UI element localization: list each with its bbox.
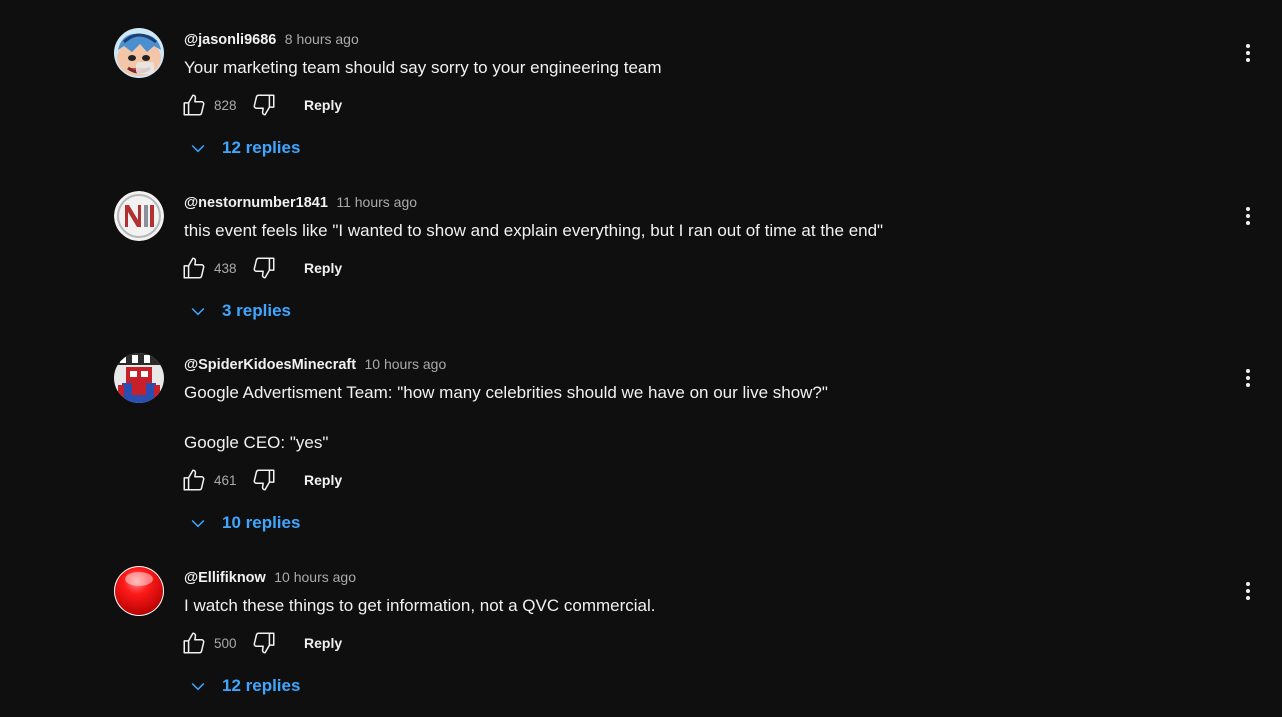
thumbs-up-icon[interactable]: [180, 91, 208, 119]
like-count: 438: [214, 260, 237, 276]
comments-section: @jasonli9686 8 hours ago Your marketing …: [0, 0, 1282, 717]
comment-text-line: Google Advertisment Team: "how many cele…: [184, 383, 828, 402]
replies-count-label: 3 replies: [222, 301, 291, 320]
view-replies-button[interactable]: 12 replies: [186, 674, 300, 698]
comment-text: Google Advertisment Team: "how many cele…: [184, 382, 828, 454]
comment-timestamp[interactable]: 11 hours ago: [336, 194, 417, 210]
thumbs-up-icon[interactable]: [180, 466, 208, 494]
replies-count-label: 12 replies: [222, 138, 301, 157]
comment-text: this event feels like "I wanted to show …: [184, 220, 883, 242]
red-ball-avatar-icon[interactable]: [114, 566, 164, 616]
like-count: 828: [214, 97, 237, 113]
comment-thread: @nestornumber1841 11 hours ago this even…: [0, 163, 1282, 326]
comment-timestamp[interactable]: 10 hours ago: [365, 356, 447, 372]
reply-button[interactable]: Reply: [304, 472, 342, 488]
view-replies-button[interactable]: 12 replies: [186, 136, 300, 160]
comment-actions: 461 Reply: [180, 466, 342, 494]
comment-text: Your marketing team should say sorry to …: [184, 57, 662, 79]
thumbs-down-icon[interactable]: [250, 466, 278, 494]
comment-header: @nestornumber1841 11 hours ago: [184, 193, 417, 212]
thumbs-down-icon[interactable]: [250, 254, 278, 282]
comment-timestamp[interactable]: 8 hours ago: [285, 31, 359, 47]
comment-header: @Ellifiknow 10 hours ago: [184, 568, 356, 587]
more-actions-icon[interactable]: [1236, 578, 1260, 604]
comment-text-line: this event feels like "I wanted to show …: [184, 221, 884, 240]
comment-header: @SpiderKidoesMinecraft 10 hours ago: [184, 355, 446, 374]
comment-actions: 438 Reply: [180, 254, 342, 282]
comment-text-line: I watch these things to get information,…: [184, 596, 656, 615]
comment-actions: 828 Reply: [180, 91, 342, 119]
chevron-down-icon: [186, 511, 210, 535]
cartoon-avatar-icon[interactable]: [114, 28, 164, 78]
view-replies-button[interactable]: 10 replies: [186, 511, 300, 535]
view-replies-button[interactable]: 3 replies: [186, 299, 291, 323]
comment-thread: @Ellifiknow 10 hours ago I watch these t…: [0, 538, 1282, 717]
comment-author[interactable]: @SpiderKidoesMinecraft: [184, 357, 356, 373]
chevron-down-icon: [186, 299, 210, 323]
comment-actions: 500 Reply: [180, 629, 342, 657]
comment-text-line: Your marketing team should say sorry to …: [184, 58, 662, 77]
like-count: 500: [214, 635, 237, 651]
more-actions-icon[interactable]: [1236, 203, 1260, 229]
comment-thread: @jasonli9686 8 hours ago Your marketing …: [0, 0, 1282, 163]
comment-thread: @SpiderKidoesMinecraft 10 hours ago Goog…: [0, 325, 1282, 538]
comment-author[interactable]: @jasonli9686: [184, 32, 276, 48]
more-actions-icon[interactable]: [1236, 40, 1260, 66]
comment-author[interactable]: @nestornumber1841: [184, 195, 328, 211]
spiderman-avatar-icon[interactable]: [114, 353, 164, 403]
reply-button[interactable]: Reply: [304, 97, 342, 113]
chevron-down-icon: [186, 674, 210, 698]
comment-text: I watch these things to get information,…: [184, 595, 656, 617]
thumbs-down-icon[interactable]: [250, 629, 278, 657]
thumbs-down-icon[interactable]: [250, 91, 278, 119]
comment-text-line: Google CEO: "yes": [184, 433, 329, 452]
thumbs-up-icon[interactable]: [180, 629, 208, 657]
ni-logo-avatar-icon[interactable]: [114, 191, 164, 241]
comment-timestamp[interactable]: 10 hours ago: [274, 569, 356, 585]
thumbs-up-icon[interactable]: [180, 254, 208, 282]
like-count: 461: [214, 472, 237, 488]
reply-button[interactable]: Reply: [304, 260, 342, 276]
reply-button[interactable]: Reply: [304, 635, 342, 651]
comment-header: @jasonli9686 8 hours ago: [184, 30, 359, 49]
replies-count-label: 10 replies: [222, 513, 301, 532]
more-actions-icon[interactable]: [1236, 365, 1260, 391]
replies-count-label: 12 replies: [222, 676, 301, 695]
chevron-down-icon: [186, 136, 210, 160]
comment-author[interactable]: @Ellifiknow: [184, 570, 266, 586]
